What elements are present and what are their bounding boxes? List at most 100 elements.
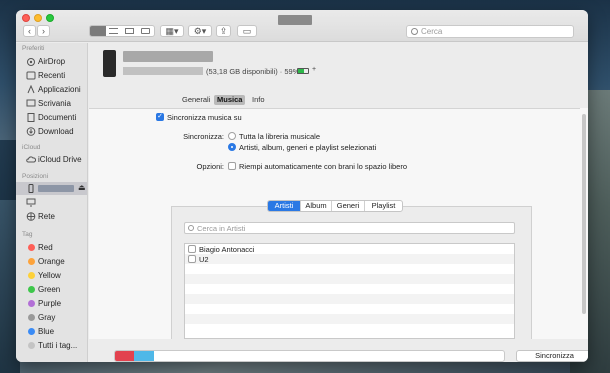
- close-window-button[interactable]: [22, 14, 30, 22]
- sidebar-item-tag-blue[interactable]: Blue: [16, 325, 87, 338]
- battery-icon: [297, 68, 309, 74]
- sidebar-item-label: Recenti: [38, 71, 66, 80]
- sidebar-item-desktop[interactable]: Scrivania: [16, 97, 87, 110]
- device-name-redacted: [123, 51, 213, 62]
- column-view-icon[interactable]: [125, 28, 134, 34]
- sidebar: Preferiti AirDrop Recenti Applicazioni S…: [16, 43, 88, 362]
- device-name-redacted: [38, 185, 74, 192]
- radio-selected-items[interactable]: [228, 143, 236, 151]
- radio-entire-library-label: Tutta la libreria musicale: [239, 132, 321, 141]
- sidebar-item-applications[interactable]: Applicazioni: [16, 83, 87, 96]
- action-button[interactable]: ⚙▾: [188, 25, 212, 37]
- artist-list: Biagio Antonacci U2: [184, 243, 515, 339]
- sidebar-item-all-tags[interactable]: Tutti i tag...: [16, 339, 87, 352]
- icon-view-icon[interactable]: [90, 26, 106, 36]
- sidebar-item-label: Green: [38, 285, 61, 294]
- tag-yellow-dot: [28, 272, 35, 279]
- sidebar-item-downloads[interactable]: Download: [16, 125, 87, 138]
- chevron-left-icon: ‹: [28, 26, 31, 36]
- clock-icon: [26, 71, 36, 80]
- group-button[interactable]: ▦▾: [160, 25, 184, 37]
- sidebar-item-label: Tutti i tag...: [38, 341, 78, 350]
- artist-name: U2: [199, 255, 209, 264]
- charging-icon: +: [312, 66, 317, 73]
- artist-checkbox[interactable]: [188, 255, 196, 263]
- storage-info: (53,18 GB disponibili) · 59%: [206, 67, 300, 76]
- sidebar-item-airdrop[interactable]: AirDrop: [16, 55, 87, 68]
- document-icon: [27, 113, 35, 122]
- apps-icon: [27, 85, 35, 94]
- sidebar-item-label: Applicazioni: [38, 85, 81, 94]
- list-view-icon[interactable]: [109, 28, 118, 34]
- sidebar-item-label: Download: [38, 127, 74, 136]
- artist-checkbox[interactable]: [188, 245, 196, 253]
- list-item-empty: [185, 324, 514, 334]
- sync-button[interactable]: Sincronizza: [516, 350, 588, 362]
- sync-music-checkbox[interactable]: ✓: [156, 113, 164, 121]
- list-item-empty: [185, 284, 514, 294]
- minimize-window-button[interactable]: [34, 14, 42, 22]
- tab-music[interactable]: Musica: [214, 95, 246, 105]
- segment-artists[interactable]: Artisti: [268, 201, 301, 211]
- chevron-right-icon: ›: [42, 26, 45, 36]
- gallery-view-icon[interactable]: [141, 28, 150, 34]
- artist-search-placeholder: Cerca in Artisti: [197, 224, 246, 233]
- display-icon: [26, 198, 36, 207]
- icloud-header: iCloud: [22, 144, 41, 151]
- sidebar-item-tag-yellow[interactable]: Yellow: [16, 269, 87, 282]
- view-mode-control[interactable]: [89, 25, 155, 37]
- window-title-redacted: [278, 15, 312, 25]
- autofill-checkbox[interactable]: [228, 162, 236, 170]
- sidebar-item-tag-gray[interactable]: Gray: [16, 311, 87, 324]
- sidebar-item-documents[interactable]: Documenti: [16, 111, 87, 124]
- artist-name: Biagio Antonacci: [199, 245, 255, 254]
- options-label: Opzioni:: [196, 162, 224, 171]
- sidebar-item-label: Blue: [38, 327, 55, 336]
- segment-playlists[interactable]: Playlist: [365, 201, 402, 211]
- list-item-empty: [185, 314, 514, 324]
- segment-genres[interactable]: Generi: [332, 201, 365, 211]
- all-tags-icon: [28, 342, 35, 349]
- tags-header: Tag: [22, 231, 33, 238]
- artist-search-field[interactable]: Cerca in Artisti: [184, 222, 515, 234]
- sidebar-item-network[interactable]: Rete: [16, 210, 87, 223]
- sidebar-item-computer[interactable]: [16, 196, 87, 209]
- share-button[interactable]: ⇪: [216, 25, 231, 37]
- tag-button[interactable]: ▭: [237, 25, 257, 37]
- tab-info[interactable]: Info: [249, 95, 268, 105]
- sidebar-item-tag-red[interactable]: Red: [16, 241, 87, 254]
- sidebar-item-tag-purple[interactable]: Purple: [16, 297, 87, 310]
- back-button[interactable]: ‹: [23, 25, 36, 37]
- sidebar-item-iphone[interactable]: ⏏: [16, 182, 87, 195]
- list-item[interactable]: Biagio Antonacci: [185, 244, 514, 254]
- storage-segment-apps: [115, 351, 134, 361]
- zoom-window-button[interactable]: [46, 14, 54, 22]
- segment-albums[interactable]: Album: [301, 201, 332, 211]
- share-icon: ⇪: [219, 26, 228, 36]
- scrollbar-thumb[interactable]: [582, 114, 586, 314]
- autofill-label: Riempi automaticamente con brani lo spaz…: [239, 162, 408, 171]
- sidebar-item-label: Yellow: [38, 271, 61, 280]
- eject-icon[interactable]: ⏏: [78, 183, 86, 192]
- airdrop-icon: [27, 58, 35, 66]
- storage-usage-bar[interactable]: [114, 350, 505, 362]
- locations-header: Posizioni: [22, 173, 49, 180]
- tag-icon: ▭: [242, 26, 252, 36]
- sidebar-item-tag-green[interactable]: Green: [16, 283, 87, 296]
- tab-general[interactable]: Generali: [179, 95, 213, 105]
- sidebar-item-tag-orange[interactable]: Orange: [16, 255, 87, 268]
- forward-button[interactable]: ›: [37, 25, 50, 37]
- cloud-icon: [26, 156, 36, 163]
- sync-label: Sincronizza:: [183, 132, 224, 141]
- search-field[interactable]: Cerca: [406, 25, 574, 38]
- tag-blue-dot: [28, 328, 35, 335]
- sidebar-item-label: Purple: [38, 299, 62, 308]
- radio-entire-library[interactable]: [228, 132, 236, 140]
- sidebar-item-recents[interactable]: Recenti: [16, 69, 87, 82]
- sidebar-item-icloud-drive[interactable]: iCloud Drive: [16, 153, 87, 166]
- list-item[interactable]: U2: [185, 254, 514, 264]
- gear-icon: ⚙▾: [193, 26, 207, 36]
- sidebar-item-label: Red: [38, 243, 53, 252]
- list-item-empty: [185, 294, 514, 304]
- search-icon: [188, 225, 194, 231]
